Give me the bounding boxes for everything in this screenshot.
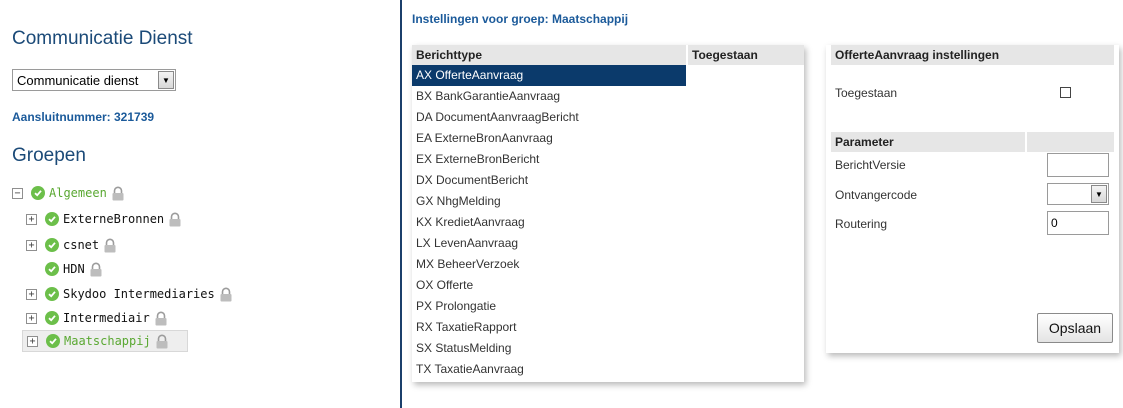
panel-divider [400, 0, 402, 408]
lock-icon [168, 212, 182, 227]
table-row[interactable]: LX LevenAanvraag [412, 233, 686, 254]
tree-item-hdn[interactable]: HDN [26, 258, 103, 280]
table-row[interactable]: PX Prolongatie [412, 296, 686, 317]
tree-label: Algemeen [49, 186, 107, 200]
tree-label: HDN [63, 262, 85, 276]
expand-icon[interactable]: + [27, 335, 38, 347]
table-row[interactable]: GX NhgMelding [412, 191, 686, 212]
berichtversie-input[interactable] [1047, 153, 1109, 177]
service-select[interactable]: Communicatie dienst ▼ [12, 69, 176, 91]
tree-label: Intermediair [63, 311, 150, 325]
table-row[interactable]: EX ExterneBronBericht [412, 149, 686, 170]
table-row[interactable]: SX StatusMelding [412, 338, 686, 359]
ontvangercode-select[interactable]: ▼ [1047, 183, 1109, 205]
berichtversie-label: BerichtVersie [835, 158, 906, 172]
routering-label: Routering [835, 217, 888, 231]
check-circle-icon [45, 262, 59, 276]
table-row[interactable]: AX OfferteAanvraag [412, 65, 686, 86]
message-type-table: Berichttype Toegestaan AX OfferteAanvraa… [412, 45, 804, 382]
lock-icon [155, 334, 169, 349]
table-row[interactable]: RX TaxatieRapport [412, 317, 686, 338]
table-row[interactable]: EA ExterneBronAanvraag [412, 128, 686, 149]
tree-item-intermediair[interactable]: + Intermediair [26, 307, 168, 329]
lock-icon [154, 311, 168, 326]
group-settings-title: Instellingen voor groep: Maatschappij [412, 12, 629, 26]
service-title: Communicatie Dienst [12, 28, 193, 49]
aansluitnummer: Aansluitnummer: 321739 [12, 110, 155, 124]
check-circle-icon [45, 287, 59, 301]
settings-panel-title: OfferteAanvraag instellingen [831, 45, 1114, 65]
left-panel: Communicatie Dienst Communicatie dienst … [0, 0, 395, 408]
collapse-icon[interactable]: − [12, 187, 23, 199]
column-header-toegestaan: Toegestaan [686, 45, 804, 65]
routering-input[interactable]: 0 [1047, 211, 1109, 235]
chevron-down-icon[interactable]: ▼ [1091, 185, 1107, 203]
check-circle-icon [45, 212, 59, 226]
expand-icon[interactable]: + [26, 288, 37, 300]
tree-item-csnet[interactable]: + csnet [26, 234, 117, 256]
check-circle-icon [45, 238, 59, 252]
table-row[interactable]: OX Offerte [412, 275, 686, 296]
parameter-header-label: Parameter [835, 135, 894, 149]
expand-icon[interactable]: + [26, 239, 37, 251]
tree-item-externebronnen[interactable]: + ExterneBronnen [26, 208, 182, 230]
toegestaan-checkbox[interactable] [1060, 87, 1071, 98]
toegestaan-label: Toegestaan [835, 86, 898, 100]
table-row[interactable]: DX DocumentBericht [412, 170, 686, 191]
check-circle-icon [31, 186, 45, 200]
tree-item-maatschappij[interactable]: + Maatschappij [22, 330, 188, 352]
table-row[interactable]: BX BankGarantieAanvraag [412, 86, 686, 107]
check-circle-icon [45, 311, 59, 325]
ontvangercode-label: Ontvangercode [835, 188, 918, 202]
table-row[interactable]: DA DocumentAanvraagBericht [412, 107, 686, 128]
lock-icon [111, 186, 125, 201]
parameter-header: Parameter [831, 132, 1114, 152]
column-header-berichttype: Berichttype [416, 48, 483, 62]
check-circle-icon [46, 334, 60, 348]
lock-icon [89, 262, 103, 277]
lock-icon [219, 287, 233, 302]
service-select-value: Communicatie dienst [17, 72, 139, 88]
tree-label: Maatschappij [64, 334, 151, 348]
groups-title: Groepen [12, 145, 86, 166]
table-row[interactable]: TX TaxatieAanvraag [412, 359, 686, 380]
expand-icon[interactable]: + [26, 213, 37, 225]
tree-item-algemeen[interactable]: − Algemeen [12, 182, 125, 204]
table-row[interactable]: MX BeheerVerzoek [412, 254, 686, 275]
tree-item-skydoo-intermediaries[interactable]: + Skydoo Intermediaries [26, 283, 233, 305]
expand-icon[interactable]: + [26, 312, 37, 324]
tree-label: csnet [63, 238, 100, 252]
table-row[interactable]: KX KredietAanvraag [412, 212, 686, 233]
table-header: Berichttype Toegestaan [412, 45, 804, 65]
tree-label: ExterneBronnen [63, 212, 165, 226]
tree-label: Skydoo Intermediaries [63, 287, 215, 301]
chevron-down-icon[interactable]: ▼ [158, 71, 174, 89]
save-button[interactable]: Opslaan [1037, 313, 1113, 343]
settings-panel: OfferteAanvraag instellingen Toegestaan … [826, 45, 1119, 353]
parameter-header-value [1025, 132, 1114, 152]
lock-icon [103, 238, 117, 253]
